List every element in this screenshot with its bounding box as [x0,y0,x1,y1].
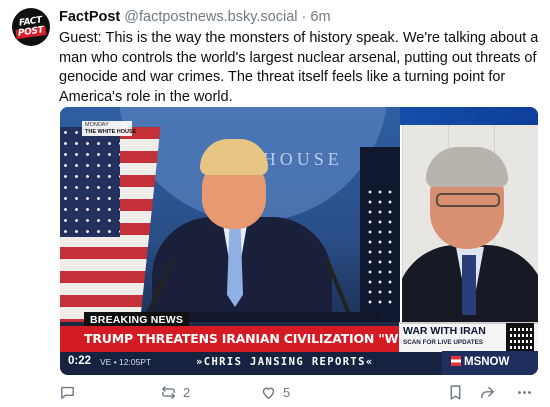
reply-icon [59,384,76,401]
network-logo: MSNOW [451,356,509,368]
broadcast-clock: VE • 12:05PT [100,357,152,367]
author-name[interactable]: FactPost [59,9,120,25]
reply-button[interactable] [59,384,82,401]
bookmark-icon [447,384,464,401]
location-bug: MONDAY THE WHITE HOUSE [82,121,137,136]
network-mark-icon [451,356,461,366]
like-button[interactable]: 5 [260,384,290,401]
post: FACT POST FactPost @factpostnews.bsky.so… [0,0,550,407]
network-name: MSNOW [464,356,510,368]
video-timecode: 0:22 [68,355,92,367]
repost-count: 2 [183,385,191,400]
speaker-figure [152,137,332,322]
side-box-title: WAR WITH IRAN [403,325,486,337]
avatar[interactable]: FACT POST [12,8,50,46]
post-text: Guest: This is the way the monsters of h… [59,30,539,105]
bookmark-button[interactable] [447,384,464,401]
repost-button[interactable]: 2 [160,384,190,401]
separator-dot: · [301,9,307,25]
flag-right [360,147,400,322]
repost-icon [160,384,177,401]
post-actions: 2 5 [59,384,539,402]
video-player[interactable]: THE HOUSE MONDAY THE WHITE HOUSE BREAKIN… [60,107,538,375]
more-icon [516,384,533,401]
more-options-button[interactable] [516,384,533,401]
qr-code [506,323,534,351]
show-name: »CHRIS JANSING REPORTS« [196,356,374,368]
post-header: FactPost @factpostnews.bsky.social · 6m [59,9,331,25]
video-scene-right [400,125,538,322]
share-icon [479,384,496,401]
video-scene-left: THE HOUSE MONDAY THE WHITE HOUSE [60,107,400,322]
side-box-subtitle: SCAN FOR LIVE UPDATES [403,339,483,346]
like-count: 5 [283,385,291,400]
heart-icon [260,384,277,401]
location-place: THE WHITE HOUSE [85,128,137,135]
post-time[interactable]: 6m [310,9,330,25]
share-button[interactable] [479,384,496,401]
avatar-text-line2: POST [15,24,47,39]
author-handle[interactable]: @factpostnews.bsky.social [124,9,297,25]
us-flag [60,127,161,322]
